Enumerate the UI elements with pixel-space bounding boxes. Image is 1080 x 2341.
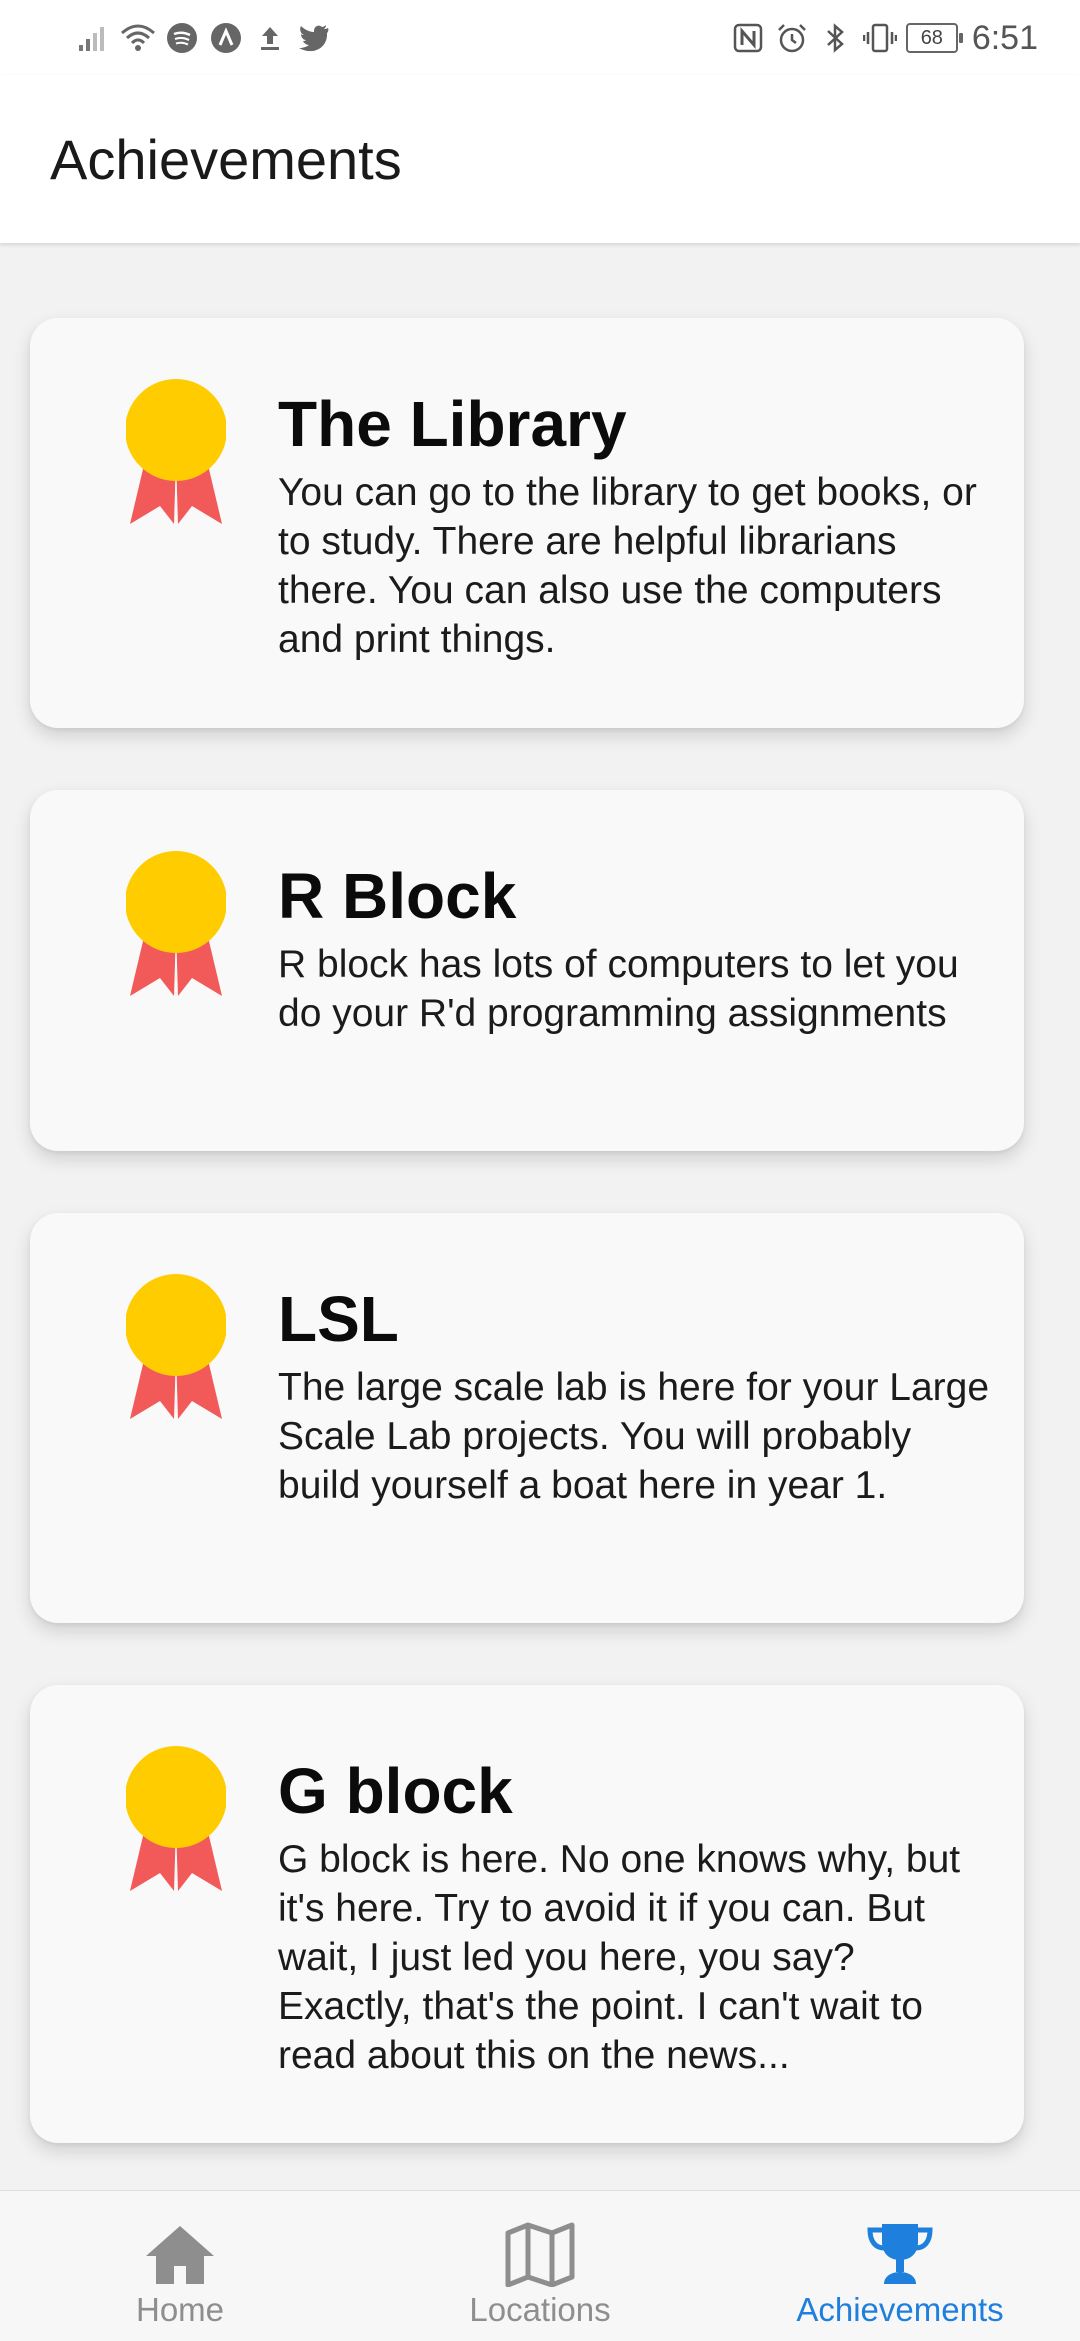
status-time: 6:51 — [971, 18, 1038, 57]
tab-home-label: Home — [135, 2291, 225, 2328]
vibrate-icon — [862, 20, 898, 56]
achievement-text: G block G block is here. No one knows wh… — [278, 1755, 998, 2080]
status-right-icons: 68 6:51 — [730, 14, 1038, 62]
achievement-description: You can go to the library to get books, … — [278, 471, 977, 661]
battery-indicator: 68 — [905, 23, 963, 53]
spotify-icon — [164, 20, 200, 56]
tab-locations[interactable]: Locations — [360, 2191, 720, 2341]
achievement-title: G block — [278, 1755, 513, 1827]
achievement-description: R block has lots of computers to let you… — [278, 943, 959, 1035]
achievement-description: G block is here. No one knows why, but i… — [278, 1838, 961, 2077]
achievement-card[interactable]: R Block R block has lots of computers to… — [30, 790, 1024, 1151]
page-title: Achievements — [50, 128, 402, 191]
medal-icon — [125, 378, 227, 528]
achievement-text: LSL The large scale lab is here for your… — [278, 1283, 998, 1510]
bluetooth-icon — [818, 20, 854, 56]
twitter-icon — [296, 20, 332, 56]
achievement-description: The large scale lab is here for your Lar… — [278, 1366, 990, 1507]
app-icon — [208, 20, 244, 56]
medal-icon — [125, 1745, 227, 1895]
nfc-icon — [730, 20, 766, 56]
achievement-title: R Block — [278, 860, 517, 932]
tab-achievements[interactable]: Achievements — [720, 2191, 1080, 2341]
status-bar: 68 6:51 — [0, 0, 1080, 75]
tab-home[interactable]: Home — [0, 2191, 360, 2341]
home-icon — [140, 2219, 220, 2289]
achievement-title: LSL — [278, 1283, 399, 1355]
achievement-text: R Block R block has lots of computers to… — [278, 860, 998, 1038]
upload-icon — [252, 20, 288, 56]
medal-icon — [125, 850, 227, 1000]
tab-achievements-label: Achievements — [796, 2291, 1004, 2328]
achievement-text: The Library You can go to the library to… — [278, 388, 998, 664]
map-icon — [500, 2219, 580, 2289]
achievement-card[interactable]: LSL The large scale lab is here for your… — [30, 1213, 1024, 1623]
alarm-icon — [774, 20, 810, 56]
achievement-card[interactable]: G block G block is here. No one knows wh… — [30, 1685, 1024, 2143]
trophy-icon — [860, 2219, 940, 2289]
bottom-nav: Home Locations Achievements — [0, 2190, 1080, 2341]
achievement-card[interactable]: The Library You can go to the library to… — [30, 318, 1024, 728]
signal-icon — [76, 20, 112, 56]
app-header: Achievements — [0, 75, 1080, 243]
achievements-list[interactable]: The Library You can go to the library to… — [0, 243, 1080, 2190]
achievement-title: The Library — [278, 388, 627, 460]
wifi-icon — [120, 20, 156, 56]
tab-locations-label: Locations — [469, 2291, 611, 2328]
status-left-icons — [76, 14, 332, 62]
medal-icon — [125, 1273, 227, 1423]
